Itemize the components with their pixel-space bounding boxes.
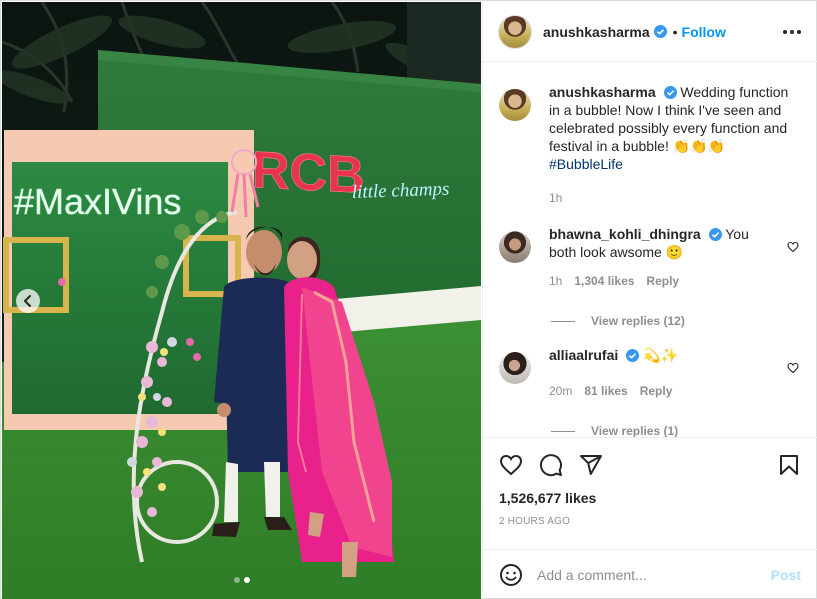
carousel-dot [233, 577, 240, 583]
like-count[interactable]: 1,526,677 likes [499, 490, 801, 506]
emoji-icon[interactable] [499, 563, 523, 587]
comment-icon[interactable] [539, 453, 563, 477]
caption-hashtag[interactable]: #BubbleLife [549, 156, 623, 172]
bookmark-icon[interactable] [777, 453, 801, 477]
verified-badge-icon [653, 25, 667, 38]
comment-username[interactable]: alliaalrufai [549, 347, 618, 363]
caption-body: anushkasharma Wedding function in a bubb… [549, 83, 801, 207]
comment-item: alliaalrufai 💫✨ 20m 81 likes Reply [499, 346, 801, 400]
action-bar [499, 438, 801, 492]
verified-badge-icon [708, 228, 722, 241]
reply-button[interactable]: Reply [640, 382, 673, 400]
view-replies-label: View replies (1) [591, 424, 679, 437]
header-separator: • [672, 23, 678, 40]
comment-likes[interactable]: 81 likes [584, 382, 627, 400]
sign-text: #MaxIVins [14, 181, 181, 222]
carousel-dot-active [243, 577, 250, 583]
comment-likes[interactable]: 1,304 likes [574, 272, 634, 290]
caption-time: 1h [549, 191, 563, 205]
post-header: anushkasharma • Follow [483, 2, 817, 62]
chevron-left-icon [24, 295, 31, 307]
follow-button[interactable]: Follow [682, 24, 726, 40]
caption: anushkasharma Wedding function in a bubb… [499, 83, 801, 207]
carousel-prev-button[interactable] [16, 289, 40, 313]
reply-button[interactable]: Reply [646, 272, 679, 290]
comment-text: 💫✨ [643, 347, 678, 363]
post-photo[interactable]: RCB little champs #MaxIVins [2, 2, 481, 599]
verified-badge-icon [663, 86, 677, 99]
view-replies-label: View replies (12) [591, 314, 685, 328]
view-replies-button[interactable]: View replies (12) [551, 314, 801, 328]
comment-body: alliaalrufai 💫✨ 20m 81 likes Reply [549, 346, 801, 400]
post-comment-button[interactable]: Post [771, 567, 801, 583]
post-dialog: RCB little champs #MaxIVins anushkasharm… [0, 0, 817, 599]
author-username[interactable]: anushkasharma [543, 24, 650, 40]
post-timestamp: 2 HOURS AGO [499, 516, 571, 527]
comment-time: 1h [549, 274, 563, 288]
photo-illustration: RCB little champs #MaxIVins [2, 2, 481, 599]
verified-badge-icon [626, 349, 640, 362]
view-replies-button[interactable]: View replies (1) [551, 424, 801, 437]
comment-username[interactable]: bhawna_kohli_dhingra [549, 226, 701, 242]
heart-icon[interactable] [787, 362, 799, 374]
view-replies-line [551, 320, 575, 322]
comment-input[interactable] [537, 566, 771, 583]
caption-avatar[interactable] [499, 89, 531, 121]
add-comment-bar: Post [483, 549, 817, 599]
heart-icon[interactable] [787, 241, 799, 253]
heart-icon[interactable] [499, 453, 523, 477]
rcb-logo-text: RCB [252, 141, 365, 205]
comment-item: bhawna_kohli_dhingra You both look awsom… [499, 225, 801, 290]
caption-meta: 1h [549, 189, 801, 207]
more-options-icon[interactable] [783, 22, 801, 42]
post-actions: 1,526,677 likes 2 HOURS AGO [483, 437, 817, 527]
view-replies-line [551, 430, 575, 432]
comment-meta: 20m 81 likes Reply [549, 382, 777, 400]
comment-time: 20m [549, 384, 573, 398]
comments-list[interactable]: anushkasharma Wedding function in a bubb… [483, 63, 817, 437]
author-avatar[interactable] [499, 15, 531, 48]
post-sidebar: anushkasharma • Follow anushkasharma Wed… [482, 2, 817, 599]
comment-meta: 1h 1,304 likes Reply [549, 272, 777, 290]
share-icon[interactable] [579, 453, 603, 477]
commenter-avatar[interactable] [499, 352, 531, 384]
little-champs-text: little champs [351, 179, 449, 203]
comment-body: bhawna_kohli_dhingra You both look awsom… [549, 225, 801, 290]
caption-username[interactable]: anushkasharma [549, 84, 656, 100]
carousel-indicator [2, 577, 481, 583]
commenter-avatar[interactable] [499, 231, 531, 263]
